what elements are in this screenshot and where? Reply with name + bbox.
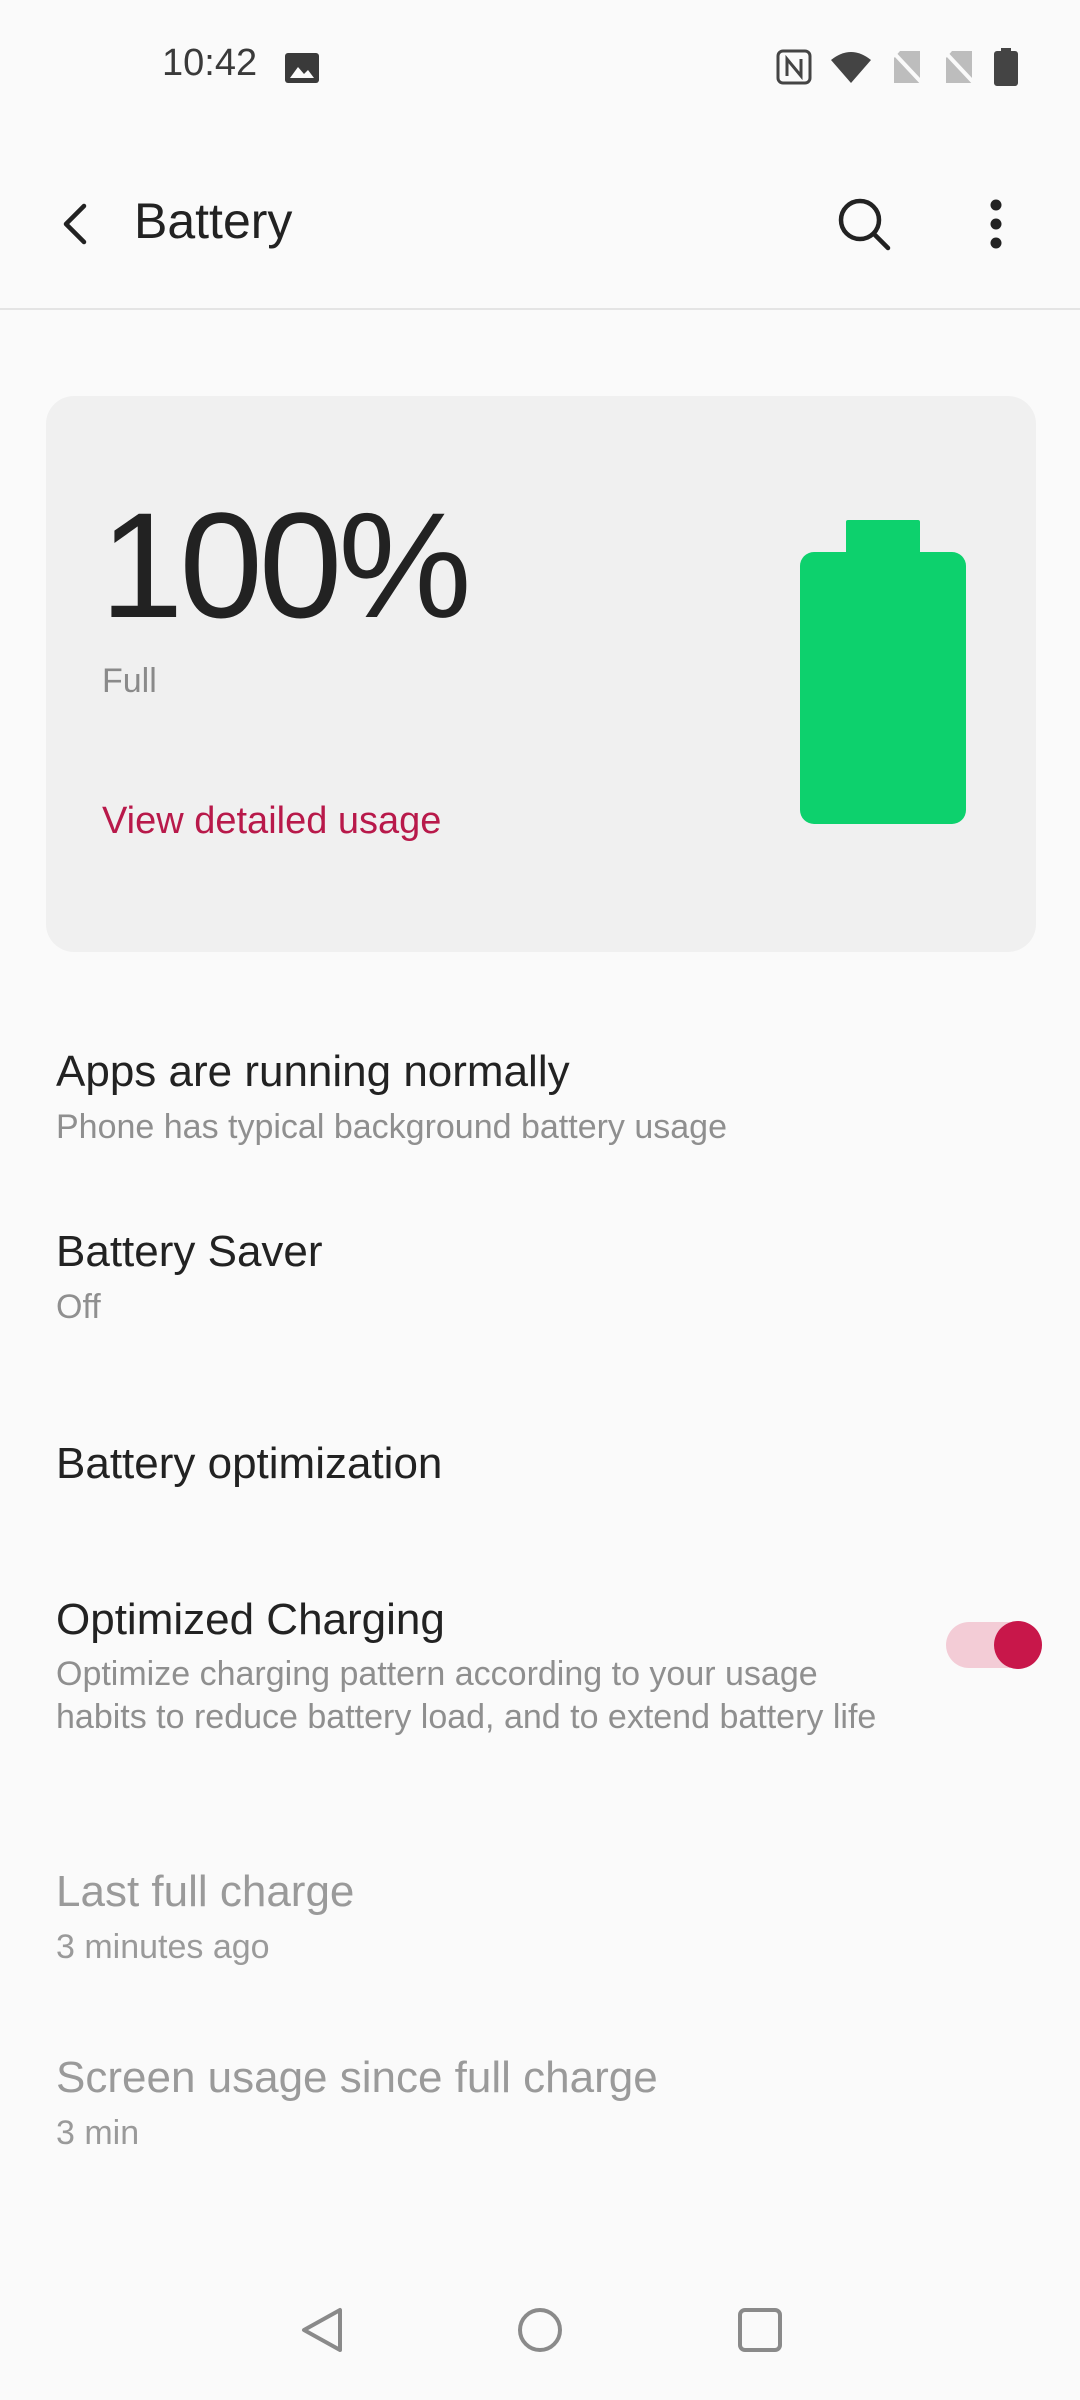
no-sim-icon xyxy=(890,49,924,85)
battery-settings-screen: 10:42 Battery 100% Full View detailed us… xyxy=(0,0,1080,2400)
last-full-charge-item: Last full charge 3 minutes ago xyxy=(56,1866,1016,1969)
item-subtitle: Optimize charging pattern according to y… xyxy=(56,1654,877,1736)
item-title: Optimized Charging xyxy=(56,1595,445,1644)
back-button[interactable] xyxy=(40,188,112,260)
view-detailed-usage-link[interactable]: View detailed usage xyxy=(102,800,441,843)
item-title: Last full charge xyxy=(56,1867,355,1916)
optimized-charging-item[interactable]: Optimized Charging Optimize charging pat… xyxy=(56,1594,916,1738)
image-icon xyxy=(284,52,320,84)
more-vert-icon xyxy=(990,199,1002,249)
battery-level-icon xyxy=(800,520,966,824)
apps-status-item[interactable]: Apps are running normally Phone has typi… xyxy=(56,1046,1016,1149)
navigation-bar xyxy=(0,2280,1080,2380)
battery-percent: 100% xyxy=(100,481,472,649)
item-subtitle: Off xyxy=(56,1287,101,1326)
search-icon xyxy=(838,198,891,251)
app-bar: Battery xyxy=(0,150,1080,310)
nav-recents-button[interactable] xyxy=(730,2300,790,2360)
status-icons xyxy=(776,48,1018,86)
battery-icon xyxy=(994,48,1018,86)
home-circle-icon xyxy=(518,2308,562,2352)
item-title: Battery optimization xyxy=(56,1439,443,1488)
wifi-icon xyxy=(830,50,872,84)
toggle-thumb xyxy=(994,1621,1042,1669)
item-subtitle: 3 min xyxy=(56,2113,140,2152)
back-arrow-icon xyxy=(63,203,87,245)
battery-summary-card: 100% Full View detailed usage xyxy=(46,396,1036,952)
optimized-charging-toggle[interactable] xyxy=(946,1618,1042,1672)
battery-body xyxy=(800,552,966,824)
nav-home-button[interactable] xyxy=(510,2300,570,2360)
item-title: Battery Saver xyxy=(56,1227,323,1276)
page-title: Battery xyxy=(134,193,293,249)
nfc-icon xyxy=(776,49,812,85)
search-button[interactable] xyxy=(826,186,902,262)
status-time: 10:42 xyxy=(162,42,258,84)
battery-saver-item[interactable]: Battery Saver Off xyxy=(56,1226,1016,1329)
no-sim-icon xyxy=(942,49,976,85)
item-subtitle: 3 minutes ago xyxy=(56,1927,270,1966)
status-bar: 10:42 xyxy=(0,0,1080,130)
item-title: Apps are running normally xyxy=(56,1047,570,1096)
more-options-button[interactable] xyxy=(958,186,1034,262)
battery-optimization-item[interactable]: Battery optimization xyxy=(56,1438,1016,1491)
back-triangle-icon xyxy=(302,2308,342,2352)
screen-usage-item: Screen usage since full charge 3 min xyxy=(56,2052,1016,2155)
nav-back-button[interactable] xyxy=(292,2300,352,2360)
recents-square-icon xyxy=(738,2308,782,2352)
item-subtitle: Phone has typical background battery usa… xyxy=(56,1107,728,1146)
battery-status: Full xyxy=(102,662,157,700)
item-title: Screen usage since full charge xyxy=(56,2053,658,2102)
